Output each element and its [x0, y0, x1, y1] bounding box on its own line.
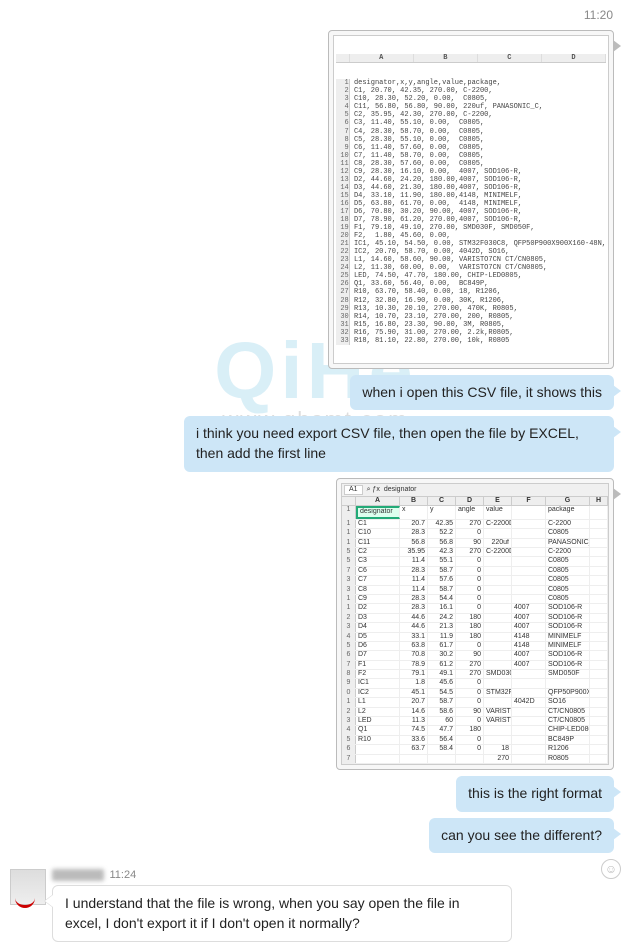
bubble-caret-icon [613, 828, 621, 840]
reply-row: xxxxx 11:24 I understand that the file i… [10, 859, 621, 942]
formula-icon: ⌕ ƒx [367, 486, 380, 494]
reply-timestamp: 11:24 [110, 869, 137, 881]
reply-bubble[interactable]: I understand that the file is wrong, whe… [52, 885, 512, 942]
message-bubble-1[interactable]: when i open this CSV file, it shows this [350, 375, 614, 411]
bubble-caret-icon [613, 426, 621, 438]
bubble-caret-icon [613, 488, 621, 500]
message-row-1: when i open this CSV file, it shows this [10, 375, 621, 411]
formula-bar: designator [384, 486, 417, 494]
message-row-image1: ABCD 1 designator,x,y,angle,value,packag… [10, 30, 621, 369]
message-row-3: this is the right format [10, 776, 621, 812]
message-bubble-2[interactable]: i think you need export CSV file, then o… [184, 416, 614, 471]
bubble-caret-icon [44, 895, 52, 907]
message-bubble-4[interactable]: can you see the different? [429, 818, 614, 854]
message-row-image2: A1 ⌕ ƒx designator ABCDEFGH 1designatorx… [10, 478, 621, 770]
chat-container: 11:20 ABCD 1 designator,x,y,angle,value,… [0, 0, 631, 952]
timestamp-top: 11:20 [10, 6, 621, 24]
cell-reference-box: A1 [344, 485, 363, 495]
image-bubble-2[interactable]: A1 ⌕ ƒx designator ABCDEFGH 1designatorx… [336, 478, 614, 770]
image-bubble-1[interactable]: ABCD 1 designator,x,y,angle,value,packag… [328, 30, 614, 369]
smile-icon: ☺ [605, 862, 617, 876]
message-bubble-3[interactable]: this is the right format [456, 776, 614, 812]
message-row-4: can you see the different? [10, 818, 621, 854]
spreadsheet-2: A1 ⌕ ƒx designator ABCDEFGH 1designatorx… [341, 483, 609, 765]
reaction-button[interactable]: ☺ [601, 859, 621, 879]
sender-meta: xxxxx 11:24 [52, 869, 512, 881]
avatar[interactable] [10, 869, 46, 905]
message-row-2: i think you need export CSV file, then o… [10, 416, 621, 471]
bubble-caret-icon [613, 786, 621, 798]
sender-name-blurred: xxxxx [52, 869, 104, 881]
spreadsheet-1: ABCD 1 designator,x,y,angle,value,packag… [333, 35, 609, 364]
bubble-caret-icon [613, 40, 621, 52]
bubble-caret-icon [613, 385, 621, 397]
